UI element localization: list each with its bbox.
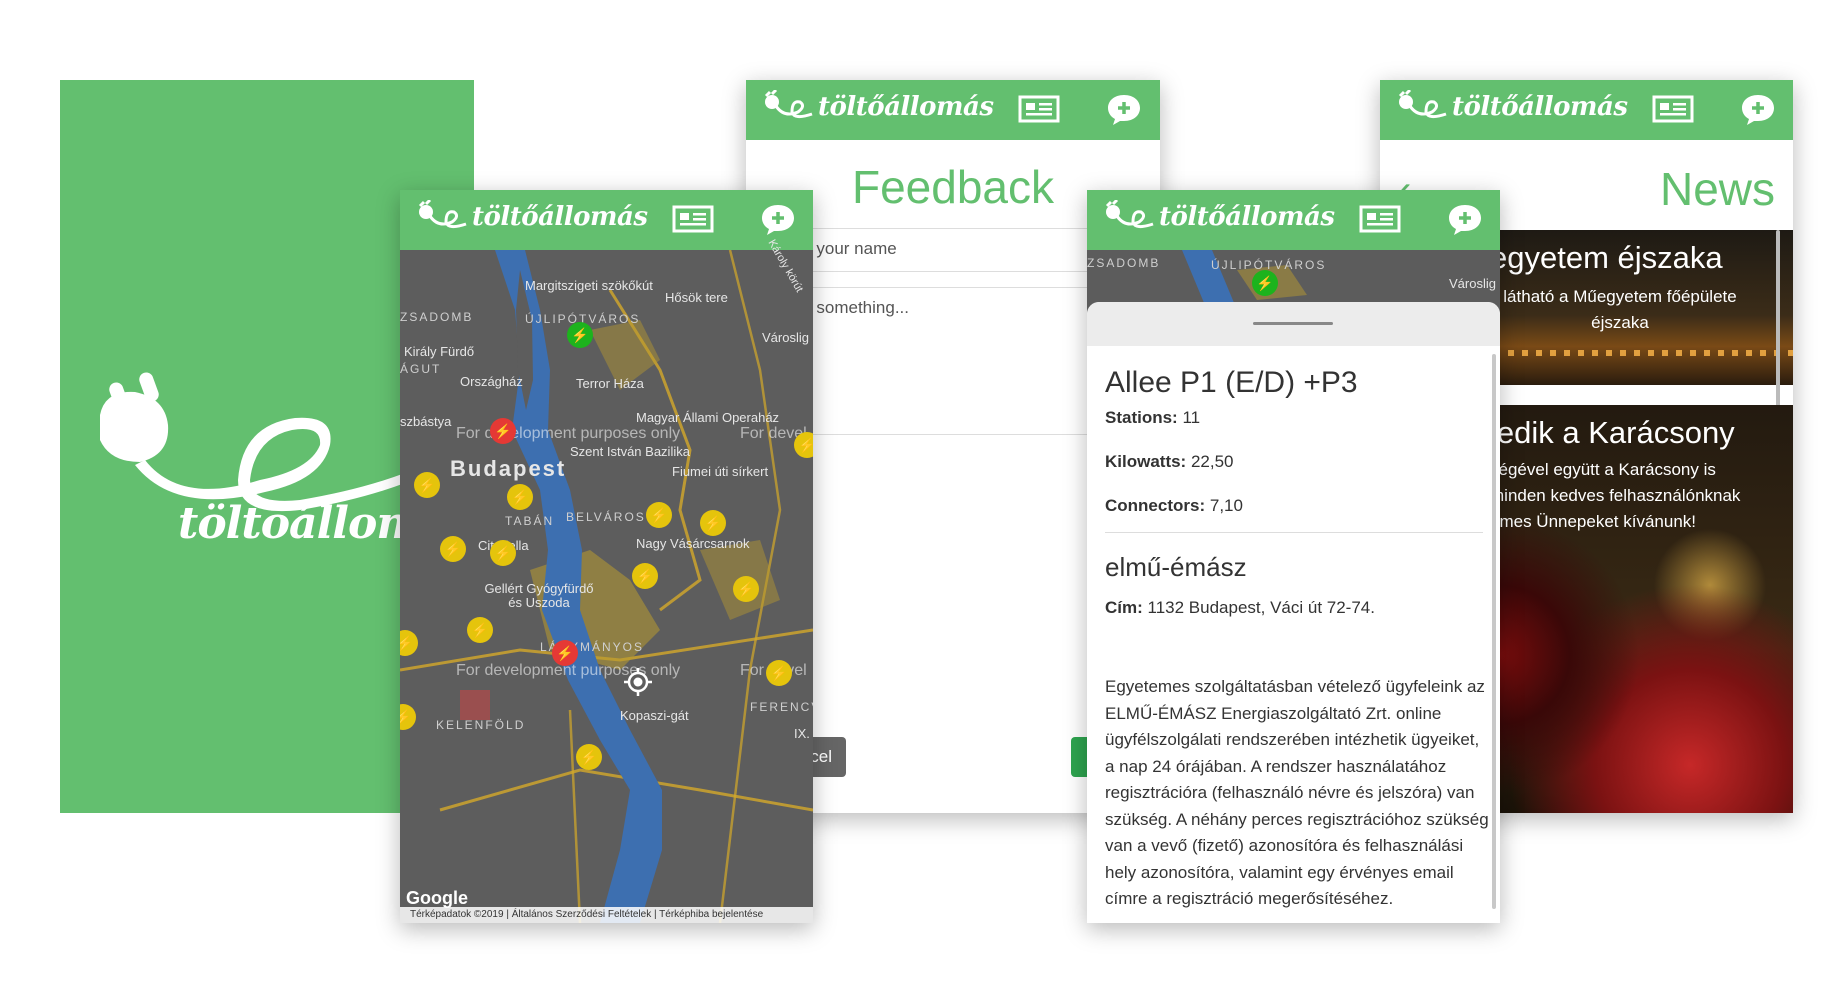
charger-bolt-icon[interactable]: ⚡ <box>576 744 602 770</box>
map-label: Gellért Gyógyfürdő és Uszoda <box>484 581 594 610</box>
address-label: Cím: <box>1105 598 1143 617</box>
brand-text: töltőállomás <box>472 202 648 232</box>
map-label: ZSADOMB <box>400 310 474 324</box>
stations-value: 11 <box>1182 408 1201 427</box>
divider <box>1105 532 1483 533</box>
app-bar: töltőállomás <box>746 80 1160 140</box>
map-label: Budapest <box>450 456 567 481</box>
plug-logo-icon <box>764 90 813 119</box>
plug-logo-icon <box>418 200 467 229</box>
page-title: News <box>1659 163 1775 215</box>
add-comment-icon[interactable] <box>1740 93 1776 127</box>
charger-bolt-icon[interactable]: ⚡ <box>733 576 759 602</box>
charger-bolt-icon[interactable]: ⚡ <box>632 563 658 589</box>
brand-text: töltőállomás <box>1159 202 1335 232</box>
brand[interactable]: töltőállomás <box>1396 90 1628 124</box>
charger-bolt-icon[interactable]: ⚡ <box>507 484 533 510</box>
map-label: BELVÁROS <box>566 510 646 524</box>
add-comment-icon[interactable] <box>1106 93 1142 127</box>
plug-logo-icon <box>1398 90 1447 119</box>
location-icon[interactable] <box>624 668 652 696</box>
news-item-text: végével együtt a Karácsony is minden ked… <box>1490 460 1741 531</box>
google-logo: Google <box>406 888 468 908</box>
map-label: KELENFÖLD <box>436 718 526 732</box>
city-lights <box>1480 350 1793 356</box>
map-label: Városlig <box>1449 276 1496 291</box>
stations-row: Stations: 11 <box>1105 408 1200 428</box>
charger-bolt-icon[interactable]: ⚡ <box>440 536 466 562</box>
map-label: ZSADOMB <box>1087 256 1161 270</box>
app-bar: töltőállomás <box>1380 80 1793 140</box>
stations-label: Stations: <box>1105 408 1178 427</box>
operator-description: Egyetemes szolgáltatásban vételező ügyfe… <box>1105 677 1489 908</box>
map-label: FERENCVÁR <box>750 700 813 714</box>
map-label: Szent István Bazilika <box>570 444 690 459</box>
news-icon[interactable] <box>672 203 714 235</box>
map-label: Nagy Vásárcsarnok <box>636 536 750 551</box>
map-label: Terror Háza <box>576 376 644 391</box>
charger-bolt-icon[interactable]: ⚡ <box>490 418 516 444</box>
sheet-scrollbar[interactable] <box>1492 354 1496 909</box>
news-item-text: látható a Műegyetem főépülete éjszaka <box>1503 287 1737 332</box>
charger-bolt-icon[interactable]: ⚡ <box>467 617 493 643</box>
stage: töltőállomás töltőállomás Feedback r you… <box>0 0 1848 997</box>
map-label: Király Fürdő <box>404 344 475 359</box>
plug-logo-icon <box>1105 200 1154 229</box>
news-icon[interactable] <box>1359 203 1401 235</box>
connectors-label: Connectors: <box>1105 496 1206 515</box>
kilowatts-label: Kilowatts: <box>1105 452 1187 471</box>
brand[interactable]: töltőállomás <box>416 200 648 234</box>
map-label: szbástya <box>400 414 452 429</box>
operator-name: elmű-émász <box>1105 552 1247 582</box>
news-item-title: ledik a Karácsony <box>1490 415 1735 450</box>
address-value: 1132 Budapest, Váci út 72-74. <box>1147 598 1375 617</box>
map-label: Fiumei úti sírkert <box>672 464 769 479</box>
app-bar: töltőállomás <box>1087 190 1500 250</box>
map-label: Magyar Állami Operaház <box>636 410 780 425</box>
station-bottom-sheet: Allee P1 (E/D) +P3 Stations: 11 Kilowatt… <box>1087 302 1500 923</box>
news-item-title: egyetem éjszaka <box>1490 240 1723 275</box>
add-comment-icon[interactable] <box>760 203 796 237</box>
address-row: Cím: 1132 Budapest, Váci út 72-74. <box>1105 598 1375 618</box>
map-label: IX. <box>794 726 810 741</box>
app-bar: töltőállomás <box>400 190 813 250</box>
map-screen: töltőállomás Margitszigeti szökőkút Hősö… <box>400 190 813 923</box>
map-label: Margitszigeti szökőkút <box>525 278 653 293</box>
add-comment-icon[interactable] <box>1447 203 1483 237</box>
station-detail-screen: töltőállomás ZSADOMB ÚJLIPÓTVÁROS Városl… <box>1087 190 1500 923</box>
map-label: Városlig <box>762 330 809 345</box>
map-label: ÁGUT <box>400 362 442 376</box>
charger-bolt-icon[interactable]: ⚡ <box>567 322 593 348</box>
charger-bolt-icon[interactable]: ⚡ <box>490 540 516 566</box>
map-label: TABÁN <box>505 514 555 528</box>
sheet-header[interactable] <box>1087 302 1500 346</box>
kilowatts-value: 22,50 <box>1190 452 1234 471</box>
connectors-value: 7,10 <box>1209 496 1243 515</box>
map-label: Országház <box>460 374 523 389</box>
brand-text: töltőállomás <box>1452 92 1628 122</box>
charger-bolt-icon[interactable]: ⚡ <box>766 660 792 686</box>
brand-text: töltőállomás <box>818 92 994 122</box>
charger-bolt-icon[interactable]: ⚡ <box>646 502 672 528</box>
kilowatts-row: Kilowatts: 22,50 <box>1105 452 1234 472</box>
map-label: Kopaszi-gát <box>620 708 689 723</box>
charger-bolt-icon[interactable]: ⚡ <box>1252 270 1278 296</box>
connectors-row: Connectors: 7,10 <box>1105 496 1243 516</box>
charger-bolt-icon[interactable]: ⚡ <box>552 640 578 666</box>
station-name: Allee P1 (E/D) +P3 <box>1105 366 1358 399</box>
map-label: Hősök tere <box>665 290 728 305</box>
news-icon[interactable] <box>1018 93 1060 125</box>
map-view[interactable]: Margitszigeti szökőkút Hősök tere Károly… <box>400 238 813 923</box>
news-icon[interactable] <box>1652 93 1694 125</box>
brand[interactable]: töltőállomás <box>762 90 994 124</box>
charger-bolt-icon[interactable]: ⚡ <box>414 472 440 498</box>
drag-handle[interactable] <box>1253 322 1333 325</box>
charger-bolt-icon[interactable]: ⚡ <box>794 432 813 458</box>
brand[interactable]: töltőállomás <box>1103 200 1335 234</box>
charger-bolt-icon[interactable]: ⚡ <box>700 510 726 536</box>
map-footer[interactable]: Térképadatok ©2019 | Általános Szerződés… <box>400 907 813 923</box>
